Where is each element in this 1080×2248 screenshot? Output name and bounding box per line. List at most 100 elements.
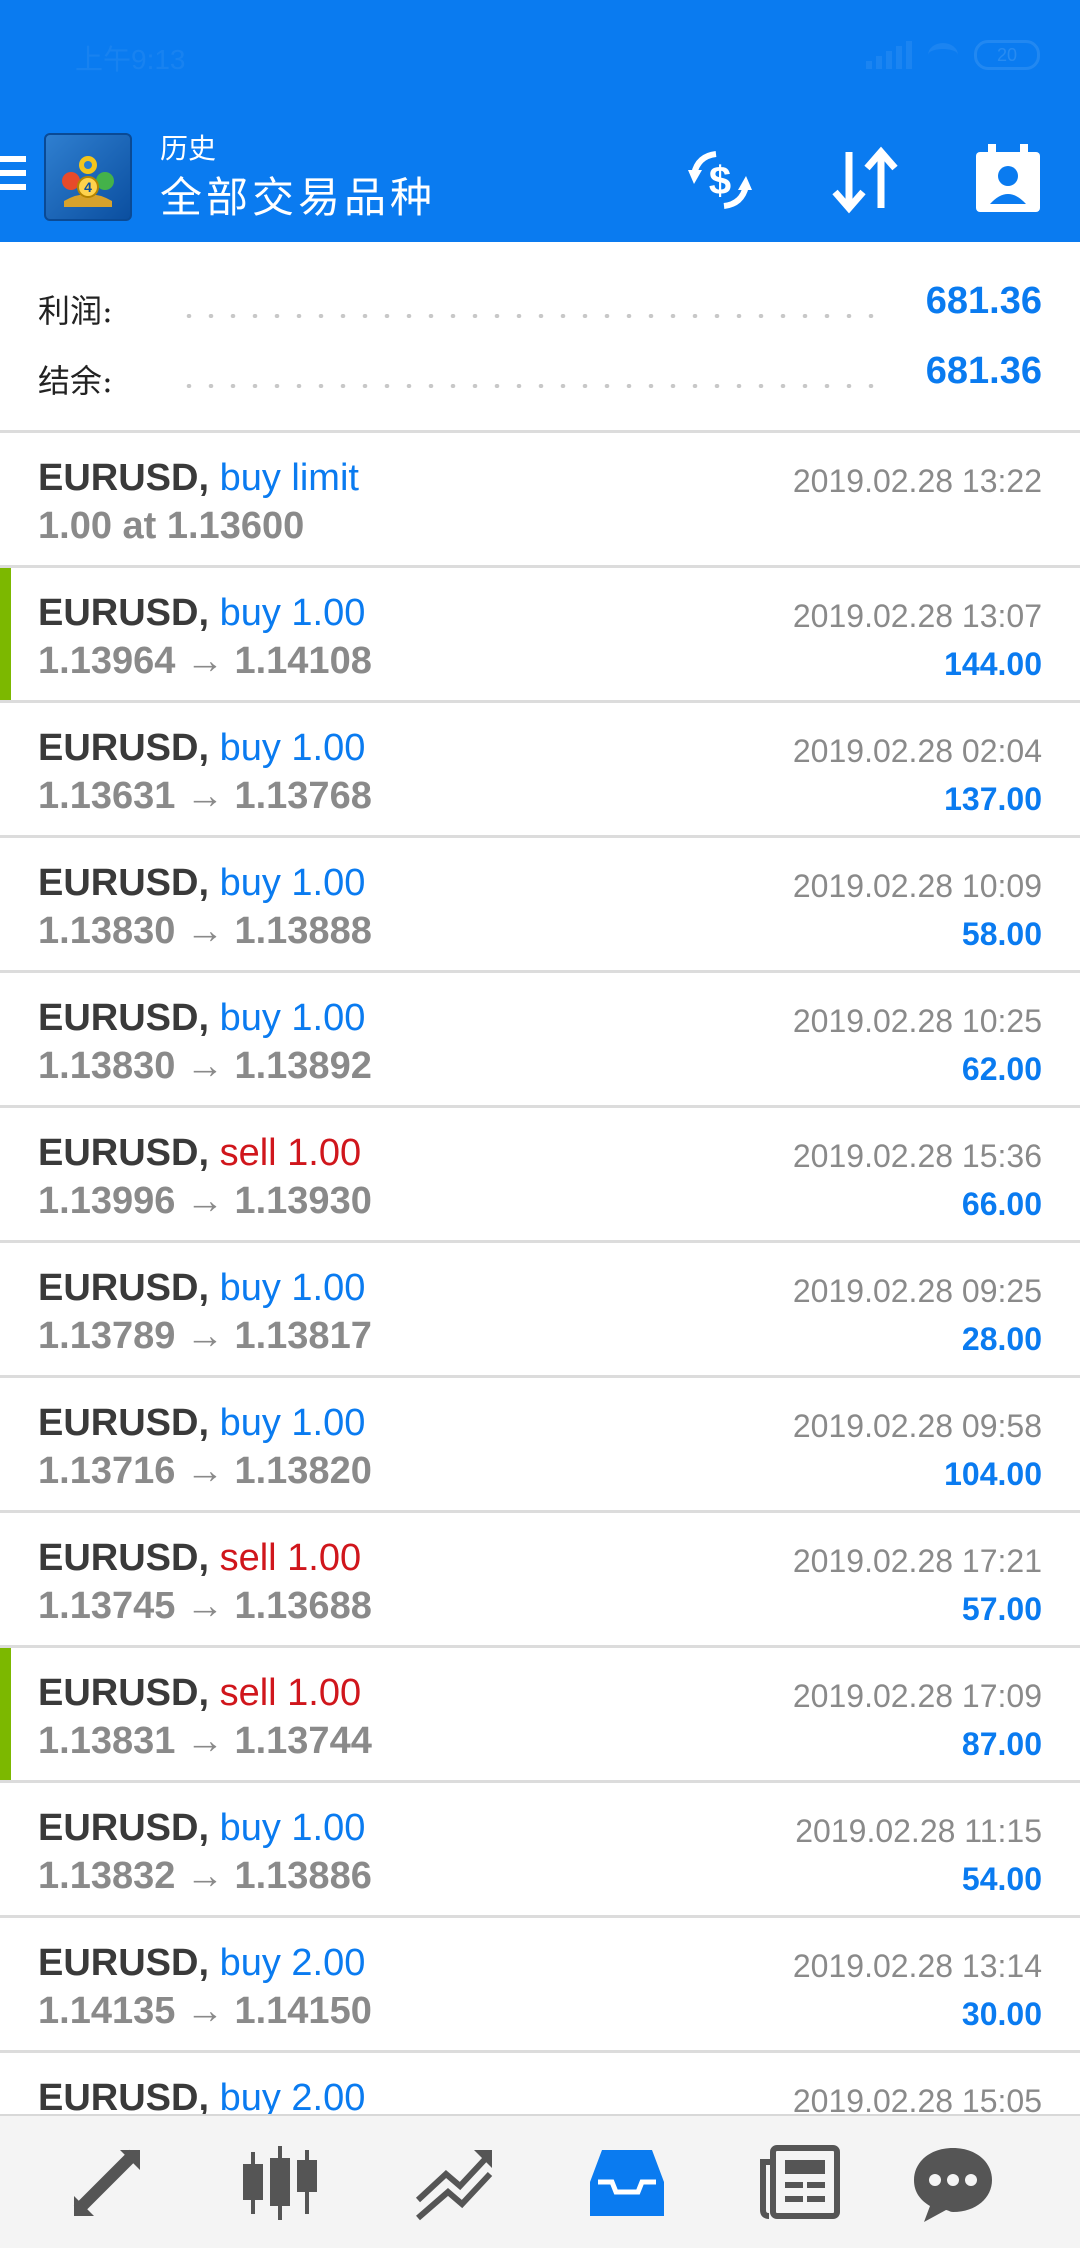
deal-time: 2019.02.28 09:58 [792, 1408, 1042, 1444]
deal-row[interactable]: EURUSD, buy 1.00 1.13830 → 1.13888 2019.02… [0, 838, 1080, 973]
deal-title: EURUSD, buy 2.00 [38, 2077, 365, 2114]
deal-time: 2019.02.28 10:25 [792, 1003, 1042, 1039]
network-icon [928, 43, 958, 67]
deal-time: 2019.02.28 11:15 [795, 1813, 1042, 1849]
deal-row[interactable]: EURUSD, buy 1.00 1.13789 → 1.13817 2019.02… [0, 1243, 1080, 1378]
dotted-leader [178, 384, 890, 388]
deal-prices: 1.13831 → 1.13744 [38, 1720, 372, 1762]
deal-action: buy 1.00 [219, 997, 366, 1039]
deal-row[interactable]: EURUSD, buy 1.00 1.13716 → 1.13820 2019.02… [0, 1378, 1080, 1513]
deal-prices: 1.13830 → 1.13888 [38, 910, 372, 952]
deal-prices: 1.14135 → 1.14150 [38, 1990, 372, 2032]
deal-symbol: EURUSD, [38, 862, 210, 904]
sort-icon[interactable] [825, 140, 905, 220]
status-indicators: 20 [866, 40, 1040, 70]
deal-row[interactable]: EURUSD, sell 1.00 1.13996 → 1.13930 2019.0… [0, 1108, 1080, 1243]
deal-symbol: EURUSD, [38, 1267, 210, 1309]
deal-action: buy 1.00 [219, 1267, 366, 1309]
menu-icon[interactable] [0, 156, 28, 202]
deal-profit: 57.00 [961, 1591, 1042, 1627]
deal-time: 2019.02.28 10:09 [792, 868, 1042, 904]
deal-prices: 1.00 at 1.13600 [38, 505, 305, 547]
deal-prices: 1.13996 → 1.13930 [38, 1180, 372, 1222]
history-icon[interactable] [582, 2138, 672, 2228]
profit-value: 681.36 [925, 280, 1042, 322]
chat-icon[interactable] [908, 2138, 998, 2228]
deal-prices: 1.13631 → 1.13768 [38, 775, 372, 817]
bottom-nav [0, 2114, 1080, 2248]
deal-row[interactable]: EURUSD, buy 2.00 1.14135 → 1.14150 2019.02… [0, 1918, 1080, 2053]
deal-profit: 58.00 [961, 916, 1042, 952]
deal-action: buy 2.00 [219, 1942, 366, 1984]
deal-title: EURUSD, buy 1.00 [38, 1267, 365, 1310]
deal-time: 2019.02.28 13:22 [792, 463, 1042, 499]
deal-title: EURUSD, sell 1.00 [38, 1537, 361, 1580]
deal-row[interactable]: EURUSD, sell 1.00 1.13745 → 1.13688 2019.0… [0, 1513, 1080, 1648]
deal-symbol: EURUSD, [38, 1807, 210, 1849]
battery-level: 20 [996, 44, 1018, 65]
deal-time: 2019.02.28 17:09 [792, 1678, 1042, 1714]
trade-icon[interactable] [408, 2138, 498, 2228]
deal-title: EURUSD, buy 1.00 [38, 862, 365, 905]
deal-prices: 1.13789 → 1.13817 [38, 1315, 372, 1357]
deal-title: EURUSD, buy 2.00 [38, 1942, 365, 1985]
page-subtitle: 历史 [160, 132, 217, 165]
deal-title: EURUSD, buy 1.00 [38, 727, 365, 770]
signal-icon [866, 41, 912, 69]
deal-symbol: EURUSD, [38, 1672, 210, 1714]
currency-exchange-icon[interactable]: $ [680, 140, 760, 220]
battery-icon: 20 [974, 40, 1040, 70]
deal-time: 2019.02.28 15:36 [792, 1138, 1042, 1174]
deal-title: EURUSD, buy 1.00 [38, 1807, 365, 1850]
deal-title: EURUSD, buy 1.00 [38, 1402, 365, 1445]
deal-row[interactable]: EURUSD, buy 1.00 1.13830 → 1.13892 2019.02… [0, 973, 1080, 1108]
deal-row[interactable]: EURUSD, buy 1.00 1.13631 → 1.13768 2019.02… [0, 703, 1080, 838]
deal-symbol: EURUSD, [38, 997, 210, 1039]
deal-title: EURUSD, sell 1.00 [38, 1132, 361, 1175]
deal-symbol: EURUSD, [38, 1942, 210, 1984]
quotes-icon[interactable] [62, 2138, 152, 2228]
deal-prices: 1.13832 → 1.13886 [38, 1855, 372, 1897]
deal-profit: 66.00 [961, 1186, 1042, 1222]
deal-symbol: EURUSD, [38, 1132, 210, 1174]
account-icon[interactable] [968, 140, 1048, 220]
deal-time: 2019.02.28 15:05 [792, 2083, 1042, 2114]
status-bar: 上午9:13 20 [0, 0, 1080, 118]
deal-row[interactable]: EURUSD, sell 1.00 1.13831 → 1.13744 2019.0… [0, 1648, 1080, 1783]
deal-profit: 28.00 [961, 1321, 1042, 1357]
toolbar: 4 历史 全部交易品种 $ [0, 118, 1080, 242]
deal-row[interactable]: EURUSD, buy 1.00 1.13964 → 1.14108 2019.02… [0, 568, 1080, 703]
metatrader-logo[interactable]: 4 [44, 133, 132, 221]
title-block[interactable]: 历史 全部交易品种 [160, 132, 436, 226]
chart-icon[interactable] [235, 2138, 325, 2228]
deal-action: sell 1.00 [219, 1132, 362, 1174]
deal-symbol: EURUSD, [38, 2077, 210, 2114]
status-time: 上午9:13 [75, 44, 186, 75]
news-icon[interactable] [755, 2138, 845, 2228]
deal-time: 2019.02.28 02:04 [792, 733, 1042, 769]
deal-action: sell 1.00 [219, 1672, 362, 1714]
page-title: 全部交易品种 [160, 173, 437, 222]
deal-time: 2019.02.28 17:21 [792, 1543, 1042, 1579]
deal-title: EURUSD, sell 1.00 [38, 1672, 361, 1715]
deal-title: EURUSD, buy 1.00 [38, 997, 365, 1040]
deals-list[interactable]: EURUSD, buy limit 1.00 at 1.13600 2019.02.… [0, 433, 1080, 2114]
deal-prices: 1.13745 → 1.13688 [38, 1585, 372, 1627]
deal-action: buy limit [219, 457, 359, 499]
deal-row[interactable]: EURUSD, buy 1.00 1.13832 → 1.13886 2019.02… [0, 1783, 1080, 1918]
deal-symbol: EURUSD, [38, 457, 210, 499]
deal-action: buy 1.00 [219, 1402, 366, 1444]
deal-profit: 144.00 [944, 646, 1042, 682]
deal-symbol: EURUSD, [38, 727, 210, 769]
profit-label: 利润: [38, 292, 113, 330]
deal-row[interactable]: EURUSD, buy 2.00 2019.02.28 15:05 [0, 2053, 1080, 2114]
deal-title: EURUSD, buy 1.00 [38, 592, 365, 635]
balance-value: 681.36 [925, 350, 1042, 392]
deal-profit: 137.00 [944, 781, 1042, 817]
deal-symbol: EURUSD, [38, 592, 210, 634]
balance-label: 结余: [38, 362, 113, 400]
deal-action: buy 1.00 [219, 727, 366, 769]
deal-row[interactable]: EURUSD, buy limit 1.00 at 1.13600 2019.02.… [0, 433, 1080, 568]
profit-row: 利润: 681.36 [0, 270, 1080, 340]
deal-symbol: EURUSD, [38, 1402, 210, 1444]
